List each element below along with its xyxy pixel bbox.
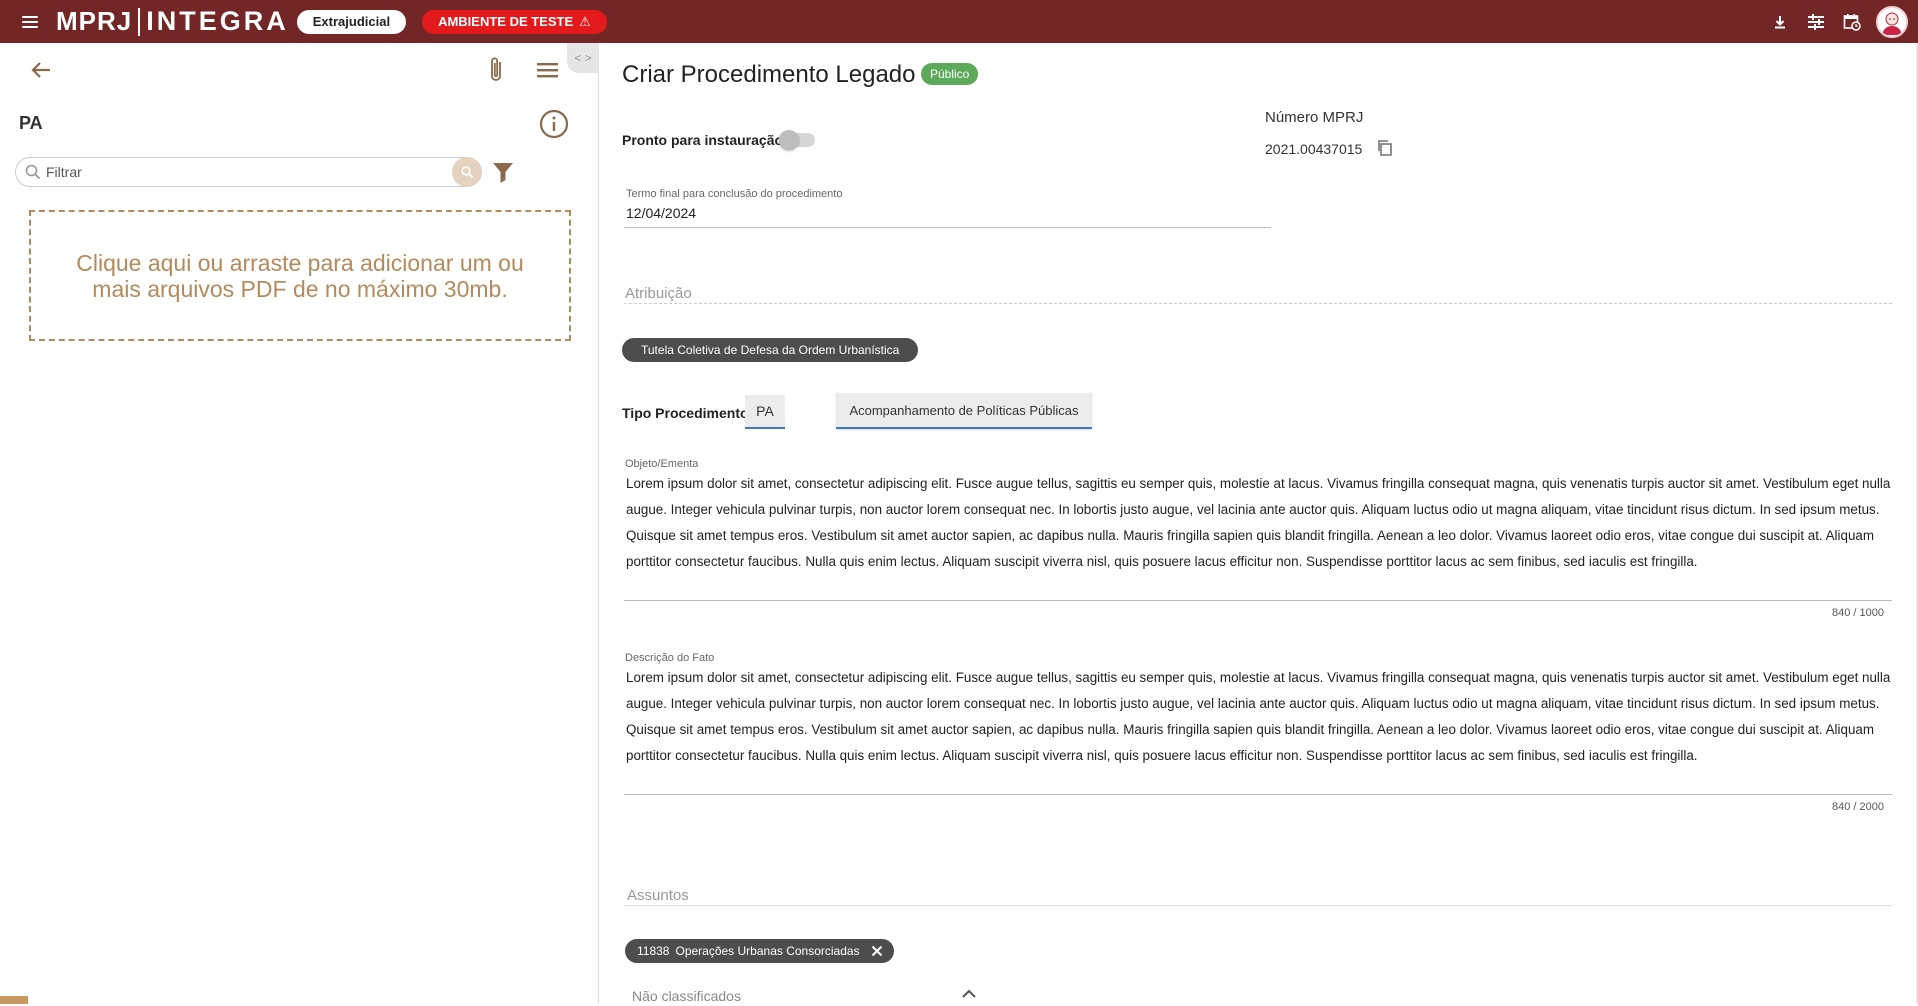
back-arrow-icon[interactable] (26, 55, 56, 85)
atribuicao-label: Atribuição (625, 285, 692, 302)
copy-icon[interactable] (1375, 138, 1395, 158)
objeto-label: Objeto/Ementa (625, 458, 699, 470)
tipo-acompanhamento-button[interactable]: Acompanhamento de Políticas Públicas (836, 393, 1092, 429)
chevron-up-icon[interactable] (960, 987, 978, 1001)
objeto-underline (624, 600, 1892, 601)
filter-search-button[interactable] (452, 157, 482, 187)
pdf-dropzone[interactable]: Clique aqui ou arraste para adicionar um… (29, 210, 571, 341)
info-icon[interactable] (538, 108, 570, 140)
atribuicao-underline (624, 303, 1892, 304)
descricao-counter: 840 / 2000 (1832, 801, 1884, 813)
termo-input[interactable]: 12/04/2024 (626, 205, 696, 221)
menu-icon[interactable] (20, 12, 40, 32)
tipo-pa-button[interactable]: PA (745, 395, 785, 429)
pronto-toggle[interactable] (779, 130, 815, 150)
tipo-procedimento-label: Tipo Procedimento (622, 405, 749, 421)
test-environment-label: AMBIENTE DE TESTE (438, 14, 574, 29)
termo-underline (624, 227, 1271, 228)
public-badge: Público (921, 63, 979, 85)
descricao-textarea[interactable]: Lorem ipsum dolor sit amet, consectetur … (624, 665, 1918, 769)
app-logo[interactable]: MPRJ INTEGRA (56, 6, 289, 37)
logo-separator (138, 7, 141, 36)
sliders-icon[interactable] (1798, 4, 1834, 40)
test-environment-chip: AMBIENTE DE TESTE ⚠ (422, 9, 607, 34)
warning-icon: ⚠ (579, 13, 591, 29)
nao-classificados-label[interactable]: Não classificados (632, 988, 741, 1004)
assunto-chip: 11838 Operações Urbanas Consorciadas (625, 939, 894, 963)
descricao-label: Descrição do Fato (625, 652, 715, 664)
list-menu-icon[interactable] (532, 55, 562, 85)
paperclip-icon[interactable] (482, 53, 512, 87)
objeto-counter: 840 / 1000 (1832, 607, 1884, 619)
main-form: Criar Procedimento Legado Público Pronto… (600, 43, 1918, 1004)
page-title: Criar Procedimento Legado (622, 61, 916, 88)
close-icon[interactable] (870, 944, 884, 958)
logo-integra: INTEGRA (146, 6, 289, 36)
top-actions (1762, 0, 1918, 43)
panel-title: PA (19, 113, 43, 133)
objeto-textarea[interactable]: Lorem ipsum dolor sit amet, consectetur … (624, 471, 1918, 575)
search-icon (24, 163, 42, 181)
left-panel: < > PA Clique aqui ou arraste para adici… (0, 43, 599, 1004)
pronto-label: Pronto para instauração (622, 132, 784, 148)
download-icon[interactable] (1762, 4, 1798, 40)
assunto-code: 11838 (637, 944, 670, 958)
collapse-panel-toggle[interactable]: < > (567, 43, 599, 73)
calendar-clock-icon[interactable] (1834, 4, 1870, 40)
numero-mprj-value: 2021.00437015 (1265, 141, 1363, 157)
top-bar: MPRJ INTEGRA Extrajudicial AMBIENTE DE T… (0, 0, 1918, 43)
assuntos-label: Assuntos (627, 887, 689, 904)
assuntos-underline (624, 905, 1892, 906)
descricao-underline (624, 794, 1892, 795)
funnel-filter-icon[interactable] (490, 158, 516, 186)
numero-mprj-label: Número MPRJ (1265, 109, 1364, 126)
filter-field[interactable] (15, 157, 482, 187)
assunto-name: Operações Urbanas Consorciadas (675, 944, 860, 958)
filter-input[interactable] (46, 164, 436, 180)
corner-accent (0, 996, 28, 1004)
toggle-knob (779, 130, 799, 150)
termo-label: Termo final para conclusão do procedimen… (626, 188, 843, 200)
avatar[interactable] (1876, 5, 1908, 38)
extrajudicial-chip[interactable]: Extrajudicial (296, 9, 407, 34)
atribuicao-chip[interactable]: Tutela Coletiva de Defesa da Ordem Urban… (622, 338, 919, 362)
logo-mprj: MPRJ (56, 6, 133, 36)
